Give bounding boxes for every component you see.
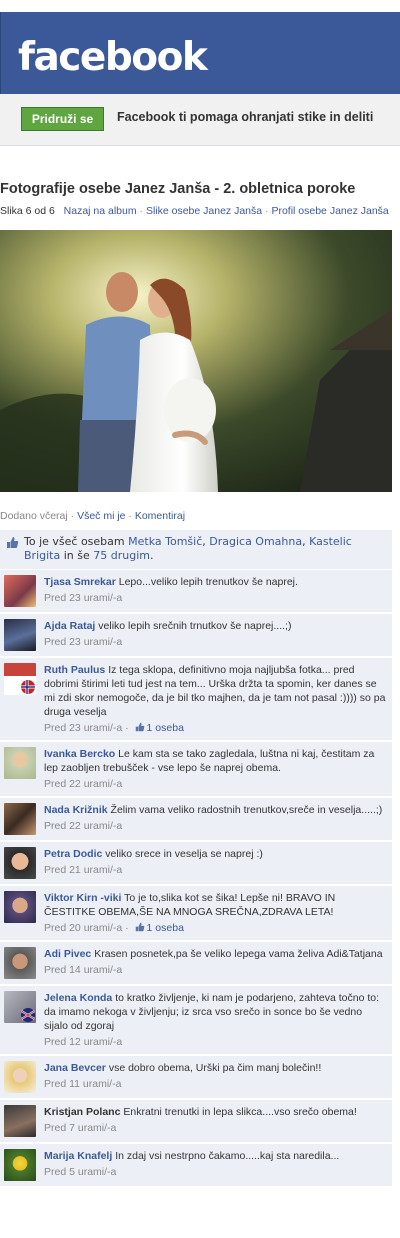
flag-icon — [20, 1008, 36, 1022]
comment-like-count[interactable]: 1 oseba — [147, 722, 184, 734]
avatar[interactable] — [4, 803, 36, 835]
comment-time: Pred 20 urami/-a — [44, 922, 123, 934]
join-button[interactable]: Pridruži se — [21, 107, 104, 131]
comment-time: Pred 12 urami/-a — [44, 1036, 123, 1048]
comment-time: Pred 11 urami/-a — [44, 1078, 122, 1090]
separator: · — [70, 510, 75, 522]
separator: · — [139, 205, 144, 217]
comment-item: Tjasa Smrekar Lepo...veliko lepih trenut… — [0, 570, 392, 614]
user-photos-link[interactable]: Slike osebe Janez Janša — [146, 205, 262, 217]
comment-text: Krasen posnetek,pa še veliko lepega vama… — [94, 948, 383, 960]
avatar[interactable] — [4, 663, 36, 695]
comment-time: Pred 22 urami/-a — [44, 820, 123, 832]
added-date: Dodano včeraj — [0, 510, 68, 522]
photo-subnav: Slika 6 od 6 Nazaj na album · Slike oseb… — [0, 205, 389, 217]
comment-item: Adi Pivec Krasen posnetek,pa še veliko l… — [0, 942, 392, 986]
commenter-name[interactable]: Nada Križnik — [44, 804, 108, 816]
liker-link[interactable]: Dragica Omahna — [209, 535, 302, 548]
back-to-album-link[interactable]: Nazaj na album — [64, 205, 137, 217]
commenter-name[interactable]: Ruth Paulus — [44, 664, 105, 676]
join-bar: Pridruži se Facebook ti pomaga ohranjati… — [0, 94, 400, 146]
main-photo[interactable] — [0, 230, 392, 492]
comment-item: Jana Bevcer vse dobro obema, Urški pa či… — [0, 1056, 392, 1100]
comment-time: Pred 23 urami/-a — [44, 722, 123, 734]
likes-suffix: in še — [63, 549, 90, 562]
photo-actions: Dodano včeraj · Všeč mi je · Komentiraj — [0, 510, 185, 522]
commenter-name[interactable]: Viktor Kirn -viki — [44, 892, 121, 904]
avatar[interactable] — [4, 1105, 36, 1137]
album-title: Fotografije osebe Janez Janša - 2. oblet… — [0, 181, 356, 197]
comment-text: In zdaj vsi nestrpno čakamo.....kaj sta … — [115, 1150, 340, 1162]
others-link[interactable]: 75 drugim — [93, 549, 150, 562]
liker-link[interactable]: Metka Tomšič — [128, 535, 202, 548]
comment-text: vse dobro obema, Urški pa čim manj boleč… — [108, 1062, 322, 1074]
comment-link[interactable]: Komentiraj — [135, 510, 185, 522]
comment-item: Viktor Kirn -viki To je to,slika kot se … — [0, 886, 392, 942]
comment-like-count[interactable]: 1 oseba — [147, 922, 184, 934]
flag-icon — [21, 680, 35, 694]
comment-item: Ivanka Bercko Le kam sta se tako zagleda… — [0, 742, 392, 798]
comment-item: Petra Dodic veliko srece in veselja se n… — [0, 842, 392, 886]
thumbs-up-icon — [135, 922, 144, 932]
comment-text: Lepo...veliko lepih trenutkov še naprej. — [118, 576, 298, 588]
commenter-name[interactable]: Jana Bevcer — [44, 1062, 106, 1074]
comment-item: Ajda Rataj veliko lepih srečnih trnutkov… — [0, 614, 392, 658]
commenter-name[interactable]: Tjasa Smrekar — [44, 576, 116, 588]
avatar[interactable] — [4, 891, 36, 923]
likes-prefix: To je všeč osebam — [24, 535, 125, 548]
comment-time: Pred 5 urami/-a — [44, 1166, 117, 1178]
comment-item: Jelena Konda to kratko življenje, ki nam… — [0, 986, 392, 1056]
comment-time: Pred 23 urami/-a — [44, 592, 123, 604]
comment-item: Ruth Paulus Iz tega sklopa, definitivno … — [0, 658, 392, 742]
comment-time: Pred 7 urami/-a — [44, 1122, 117, 1134]
comment-item: Marija Knafelj In zdaj vsi nestrpno čaka… — [0, 1144, 392, 1188]
comment-text: Želim vama veliko radostnih trenutkov,sr… — [110, 804, 383, 816]
commenter-name[interactable]: Ivanka Bercko — [44, 748, 115, 760]
thumbs-up-icon — [135, 722, 144, 732]
commenter-name[interactable]: Adi Pivec — [44, 948, 91, 960]
likes-summary: To je všeč osebam Metka Tomšič, Dragica … — [0, 530, 392, 570]
comment-time: Pred 22 urami/-a — [44, 778, 123, 790]
commenter-name[interactable]: Marija Knafelj — [44, 1150, 112, 1162]
facebook-logo[interactable]: facebook — [18, 38, 208, 78]
likes-end: . — [149, 549, 154, 562]
join-tagline: Facebook ti pomaga ohranjati stike in de… — [117, 110, 374, 124]
header-bar: facebook — [0, 12, 400, 94]
avatar[interactable] — [4, 619, 36, 651]
comment-text: veliko srece in veselja se naprej :) — [105, 848, 263, 860]
separator: · — [128, 510, 132, 522]
avatar[interactable] — [4, 1149, 36, 1181]
avatar[interactable] — [4, 847, 36, 879]
feedback-section: To je všeč osebam Metka Tomšič, Dragica … — [0, 530, 392, 1188]
comment-time: Pred 23 urami/-a — [44, 636, 123, 648]
commenter-name[interactable]: Jelena Konda — [44, 992, 112, 1004]
like-link[interactable]: Všeč mi je — [77, 510, 125, 522]
comment-time: Pred 14 urami/-a — [44, 964, 123, 976]
separator: · — [265, 205, 269, 217]
comment-item: Nada Križnik Želim vama veliko radostnih… — [0, 798, 392, 842]
avatar[interactable] — [4, 947, 36, 979]
comment-time: Pred 21 urami/-a — [44, 864, 123, 876]
avatar[interactable] — [4, 575, 36, 607]
commenter-name[interactable]: Kristjan Polanc — [44, 1106, 120, 1118]
couple-photo — [0, 230, 392, 492]
commenter-name[interactable]: Petra Dodic — [44, 848, 102, 860]
photo-counter: Slika 6 od 6 — [0, 205, 55, 217]
user-profile-link[interactable]: Profil osebe Janez Janša — [271, 205, 388, 217]
thumbs-up-icon — [7, 537, 19, 548]
avatar[interactable] — [4, 747, 36, 779]
avatar[interactable] — [4, 1061, 36, 1093]
comment-item: Kristjan Polanc Enkratni trenutki in lep… — [0, 1100, 392, 1144]
comment-text: veliko lepih srečnih trnutkov še naprej.… — [98, 620, 292, 632]
avatar[interactable] — [4, 991, 36, 1023]
comment-text: Enkratni trenutki in lepa slikca....vso … — [123, 1106, 357, 1118]
commenter-name[interactable]: Ajda Rataj — [44, 620, 95, 632]
